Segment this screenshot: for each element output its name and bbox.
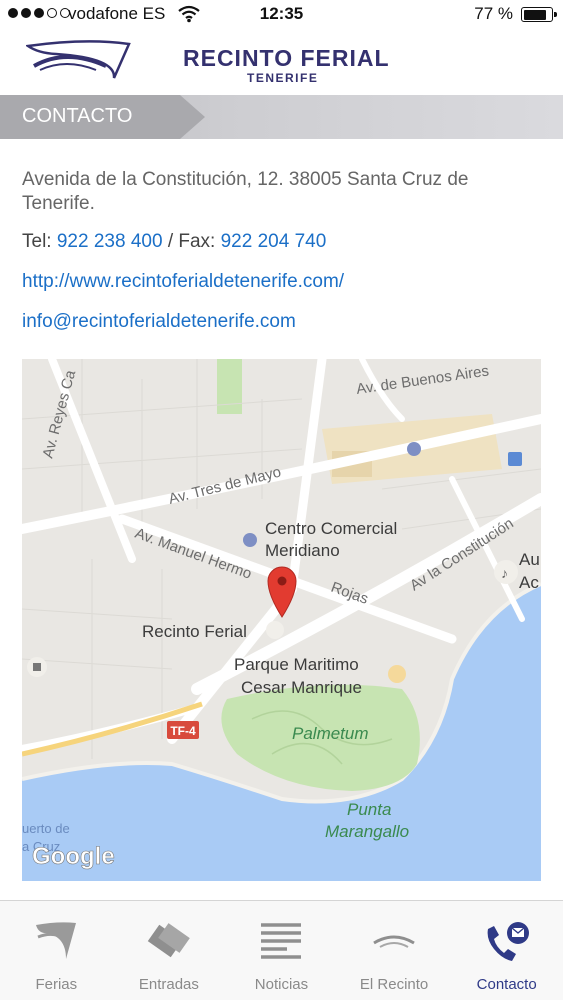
place-label: Recinto Ferial: [142, 622, 247, 641]
tickets-icon: [147, 923, 190, 958]
contact-phone-icon: [487, 922, 529, 961]
status-bar: vodafone ES 12:35 77 %: [0, 0, 563, 30]
venue-poi-icon[interactable]: [266, 621, 284, 639]
app-subtitle: TENERIFE: [247, 71, 319, 85]
tab-label: Ferias: [35, 976, 78, 993]
location-map[interactable]: Av. Reyes Ca Av. de Buenos Aires Av. Tre…: [22, 359, 541, 881]
battery-icon: [521, 7, 557, 22]
place-label: Cesar Manrique: [241, 678, 362, 697]
tab-ferias[interactable]: Ferias: [0, 901, 113, 1000]
mall-poi-icon[interactable]: [243, 533, 257, 547]
carrier-name: vodafone ES: [68, 4, 166, 23]
fax-link[interactable]: 922 204 740: [221, 231, 327, 252]
svg-text:♪: ♪: [501, 565, 508, 581]
address: Avenida de la Constitución, 12. 38005 Sa…: [22, 169, 469, 214]
street-label: Av. de Buenos Aires: [355, 363, 490, 398]
google-logo: Google: [32, 843, 115, 870]
app-header: RECINTO FERIAL TENERIFE: [0, 30, 563, 95]
wifi-icon: [178, 5, 200, 23]
tab-label: Noticias: [254, 976, 309, 993]
fax-label: / Fax:: [167, 231, 216, 252]
phone-line: Tel: 922 238 400 / Fax: 922 204 740: [22, 230, 542, 254]
section-title: CONTACTO: [22, 105, 133, 127]
place-label: Parque Maritimo: [234, 655, 359, 674]
tab-el-recinto[interactable]: El Recinto: [338, 901, 451, 1000]
news-icon: [261, 923, 302, 959]
tab-label: Contacto: [476, 976, 537, 993]
tab-label: Entradas: [138, 976, 199, 993]
place-label: Ac: [519, 573, 539, 592]
bus-stop-icon[interactable]: [508, 452, 522, 466]
place-label: Meridiano: [265, 541, 340, 560]
recinto-logo-icon: [26, 40, 131, 79]
signal-strength-icon: [8, 8, 70, 18]
tel-link[interactable]: 922 238 400: [57, 231, 163, 252]
park-label: Punta: [347, 800, 391, 819]
section-banner: CONTACTO: [0, 95, 563, 139]
tel-label: Tel:: [22, 231, 52, 252]
tab-bar: Ferias Entradas Noticias El Recinto Cont…: [0, 900, 563, 1000]
contact-info: Avenida de la Constitución, 12. 38005 Sa…: [22, 168, 542, 334]
park-label: Palmetum: [292, 724, 369, 743]
venue-icon: [373, 935, 415, 948]
shopping-poi-icon[interactable]: [407, 442, 421, 456]
website-link[interactable]: http://www.recintoferialdetenerife.com/: [22, 270, 542, 294]
street-label: Av. Manuel Hermo: [133, 525, 254, 583]
place-label: Centro Comercial: [265, 519, 397, 538]
tab-entradas[interactable]: Entradas: [113, 901, 226, 1000]
ferias-icon: [36, 922, 77, 959]
tab-noticias[interactable]: Noticias: [225, 901, 338, 1000]
park-label: Marangallo: [325, 822, 409, 841]
place-label: Au: [519, 550, 540, 569]
tab-label: El Recinto: [359, 976, 429, 993]
park-poi-icon[interactable]: [388, 665, 406, 683]
street-label: Av. Tres de Mayo: [167, 463, 283, 507]
highway-label: TF-4: [170, 724, 196, 738]
email-link[interactable]: info@recintoferialdetenerife.com: [22, 310, 542, 334]
place-label: uerto de: [22, 821, 70, 836]
app-title: RECINTO FERIAL: [183, 45, 390, 71]
tab-contacto[interactable]: Contacto: [450, 901, 563, 1000]
battery-percentage: 77 %: [474, 4, 513, 23]
